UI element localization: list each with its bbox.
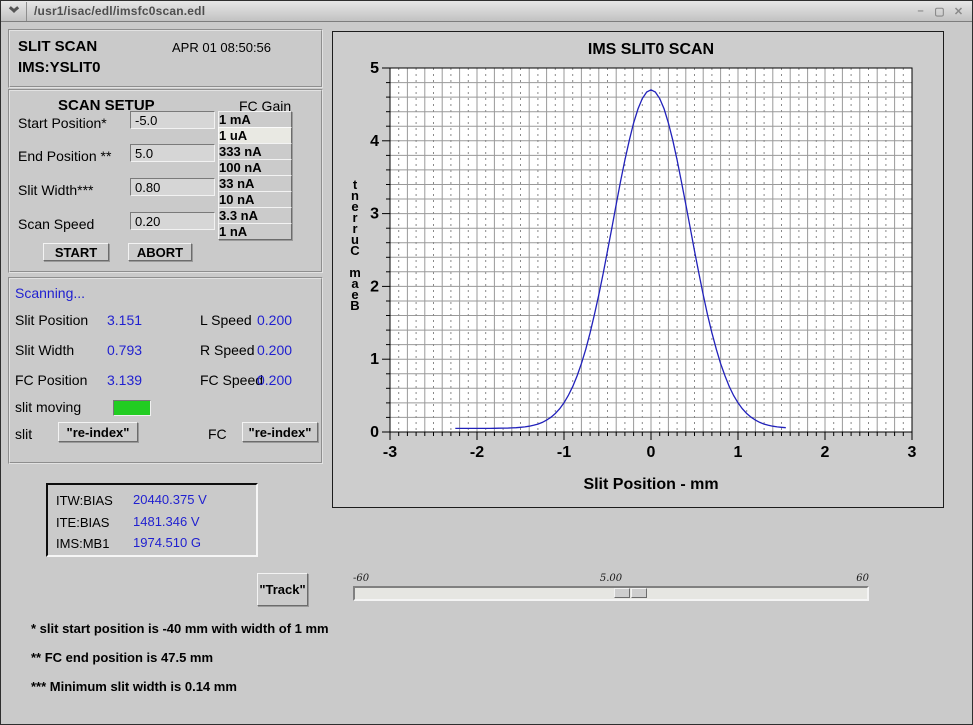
fc-position-label: FC Position <box>15 372 87 388</box>
l-speed-label: L Speed <box>200 312 252 328</box>
start-position-label: Start Position* <box>18 115 107 131</box>
fc-speed-value: 0.200 <box>257 372 292 388</box>
slit-width-readback-label: Slit Width <box>15 342 74 358</box>
scan-chart: IMS SLIT0 SCAN t n e r r u C m a e B 0 1 2… <box>332 31 944 508</box>
ite-bias-value: 1481.346 V <box>133 514 200 529</box>
fc-gain-1na-button[interactable]: 1 nA <box>218 223 292 240</box>
slit-width-input[interactable]: 0.80 <box>130 178 215 196</box>
svg-text:-2: -2 <box>470 444 484 461</box>
maximize-button[interactable]: ▢ <box>932 5 947 18</box>
ims-mb1-label: IMS:MB1 <box>56 536 109 551</box>
end-position-input[interactable]: 5.0 <box>130 144 215 162</box>
window-controls: – ▢ ✕ <box>913 5 972 18</box>
window-menu-button[interactable] <box>1 2 27 21</box>
chart-x-axis-label: Slit Position - mm <box>390 476 912 494</box>
svg-text:5: 5 <box>370 60 379 77</box>
note-fc-end: ** FC end position is 47.5 mm <box>31 650 213 665</box>
close-button[interactable]: ✕ <box>951 5 966 18</box>
slit-width-label: Slit Width*** <box>18 182 93 198</box>
fc-speed-label: FC Speed <box>200 372 263 388</box>
slit-position-label: Slit Position <box>15 312 88 328</box>
ims-mb1-value: 1974.510 G <box>133 535 201 550</box>
bias-readings-box: ITW:BIAS 20440.375 V ITE:BIAS 1481.346 V… <box>46 483 258 557</box>
chart-title: IMS SLIT0 SCAN <box>390 41 912 59</box>
window-title: /usr1/isac/edl/imsfc0scan.edl <box>27 4 205 18</box>
r-speed-label: R Speed <box>200 342 254 358</box>
fc-gain-3.3na-button[interactable]: 3.3 nA <box>218 207 292 224</box>
status-panel: Scanning... Slit Position 3.151 L Speed … <box>8 277 323 464</box>
app-window: /usr1/isac/edl/imsfc0scan.edl – ▢ ✕ SLIT… <box>0 0 973 725</box>
svg-text:-1: -1 <box>557 444 571 461</box>
header-panel: SLIT SCAN IMS:YSLIT0 APR 01 08:50:56 <box>8 29 323 88</box>
slider-labels: -60 5.00 60 <box>353 573 869 584</box>
svg-text:0: 0 <box>647 444 656 461</box>
slider-thumb[interactable] <box>614 588 648 598</box>
l-speed-value: 0.200 <box>257 312 292 328</box>
fc-gain-1ma-button[interactable]: 1 mA <box>218 111 292 128</box>
minimize-button[interactable]: – <box>913 5 928 18</box>
svg-text:1: 1 <box>370 351 379 368</box>
slit-moving-label: slit moving <box>15 399 81 415</box>
fc-gain-1ua-button[interactable]: 1 uA <box>218 127 292 144</box>
slit-reindex-button[interactable]: "re-index" <box>58 422 138 442</box>
svg-text:2: 2 <box>370 278 379 295</box>
svg-text:-3: -3 <box>383 444 397 461</box>
slit-moving-indicator <box>113 400 151 416</box>
scan-speed-input[interactable]: 0.20 <box>130 212 215 230</box>
svg-text:3: 3 <box>908 444 917 461</box>
svg-text:1: 1 <box>734 444 743 461</box>
start-position-input[interactable]: -5.0 <box>130 111 215 129</box>
fc-gain-33na-button[interactable]: 33 nA <box>218 175 292 192</box>
scan-state-text: Scanning... <box>15 285 85 301</box>
slit-width-readback-value: 0.793 <box>107 342 142 358</box>
svg-text:0: 0 <box>370 424 379 441</box>
itw-bias-value: 20440.375 V <box>133 492 207 507</box>
chart-plot-area: 0 1 2 3 4 5 -3 -2 -1 0 1 2 3 <box>333 32 943 507</box>
scan-setup-panel: SCAN SETUP FC Gain Start Position* -5.0 … <box>8 89 323 273</box>
abort-button[interactable]: ABORT <box>128 243 192 261</box>
fc-label: FC <box>208 426 227 442</box>
page-title: SLIT SCAN <box>18 38 97 55</box>
fc-position-value: 3.139 <box>107 372 142 388</box>
note-min-width: *** Minimum slit width is 0.14 mm <box>31 679 237 694</box>
slit-label: slit <box>15 426 32 442</box>
start-button[interactable]: START <box>43 243 109 261</box>
chevron-down-icon <box>9 8 19 15</box>
slider-max-label: 60 <box>353 573 869 584</box>
title-bar: /usr1/isac/edl/imsfc0scan.edl – ▢ ✕ <box>1 1 972 22</box>
slit-position-value: 3.151 <box>107 312 142 328</box>
fc-reindex-button[interactable]: "re-index" <box>242 422 318 442</box>
fc-gain-100na-button[interactable]: 100 nA <box>218 159 292 176</box>
svg-text:3: 3 <box>370 206 379 223</box>
fc-gain-333na-button[interactable]: 333 nA <box>218 143 292 160</box>
timestamp: APR 01 08:50:56 <box>172 40 271 55</box>
r-speed-value: 0.200 <box>257 342 292 358</box>
slider-thumb-cell <box>631 588 647 598</box>
track-button[interactable]: "Track" <box>257 573 308 606</box>
svg-text:2: 2 <box>821 444 830 461</box>
chart-y-axis-label: t n e r r u C m a e B <box>347 179 363 311</box>
itw-bias-label: ITW:BIAS <box>56 493 113 508</box>
position-slider[interactable] <box>353 586 869 601</box>
end-position-label: End Position ** <box>18 148 111 164</box>
slider-thumb-cell <box>614 588 630 598</box>
svg-text:4: 4 <box>370 133 379 150</box>
scan-speed-label: Scan Speed <box>18 216 94 232</box>
ite-bias-label: ITE:BIAS <box>56 515 109 530</box>
fc-gain-10na-button[interactable]: 10 nA <box>218 191 292 208</box>
note-slit-start: * slit start position is -40 mm with wid… <box>31 621 329 636</box>
device-name: IMS:YSLIT0 <box>18 59 101 76</box>
